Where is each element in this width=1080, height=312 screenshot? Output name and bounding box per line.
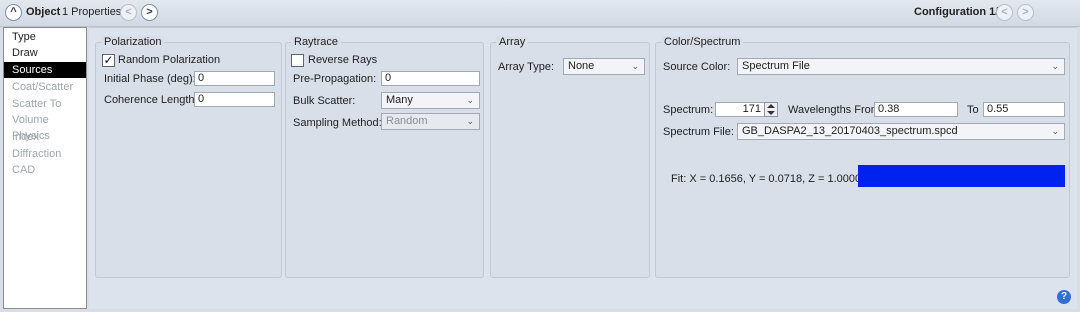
- source-color-value: Spectrum File: [742, 60, 810, 72]
- spectrum-spinner[interactable]: [764, 102, 778, 117]
- sources-panel: Polarization ✓ Random Polarization Initi…: [89, 27, 1077, 309]
- wavelength-from-input[interactable]: 0.38: [874, 102, 958, 117]
- raytrace-group: Raytrace Reverse Rays Pre-Propagation: 0…: [285, 36, 484, 278]
- sidebar-item-draw[interactable]: Draw: [4, 45, 86, 61]
- properties-count: 1 Properties: [62, 6, 122, 18]
- fit-readout: Fit: X = 0.1656, Y = 0.0718, Z = 1.0000: [671, 173, 862, 185]
- object-title: Object: [26, 6, 61, 18]
- help-icon[interactable]: ?: [1057, 290, 1071, 304]
- sampling-method-select[interactable]: Random ⌄: [381, 113, 480, 130]
- raytrace-title: Raytrace: [291, 36, 342, 48]
- chevron-up-icon: ^: [10, 6, 17, 18]
- sidebar-item-coat-scatter[interactable]: Coat/Scatter: [4, 79, 86, 95]
- bulk-scatter-value: Many: [386, 94, 413, 106]
- coherence-length-input[interactable]: 0: [194, 92, 275, 107]
- source-color-select[interactable]: Spectrum File ⌄: [737, 58, 1065, 75]
- array-group: Array Array Type: None ⌄: [490, 36, 650, 278]
- sidebar-item-sources[interactable]: Sources: [4, 62, 86, 78]
- spectrum-file-value: GB_DASPA2_13_20170403_spectrum.spcd: [742, 125, 958, 137]
- spectrum-label: Spectrum:: [663, 104, 714, 116]
- polarization-group: Polarization ✓ Random Polarization Initi…: [95, 36, 282, 278]
- reverse-rays-label: Reverse Rays: [308, 54, 378, 66]
- checkmark-icon: ✓: [103, 53, 114, 67]
- coherence-length-label: Coherence Length:: [104, 94, 198, 106]
- initial-phase-label: Initial Phase (deg):: [104, 73, 196, 85]
- object-header-bar: ^ Object 1 Properties < > Configuration …: [0, 0, 1080, 27]
- spectrum-file-select[interactable]: GB_DASPA2_13_20170403_spectrum.spcd ⌄: [737, 123, 1065, 140]
- sidebar-item-cad[interactable]: CAD: [4, 162, 86, 178]
- chevron-down-icon: ⌄: [631, 61, 639, 71]
- chevron-right-icon: >: [146, 6, 153, 18]
- sidebar-item-scatter-to[interactable]: Scatter To: [4, 96, 86, 112]
- random-polarization-label: Random Polarization: [118, 54, 221, 66]
- wavelengths-from-label: Wavelengths From: [788, 104, 880, 116]
- sidebar-item-index[interactable]: Index: [4, 129, 86, 145]
- prev-configuration-button[interactable]: <: [996, 4, 1013, 21]
- color-spectrum-group: Color/Spectrum Source Color: Spectrum Fi…: [655, 36, 1070, 278]
- collapse-button[interactable]: ^: [5, 4, 22, 21]
- source-color-label: Source Color:: [663, 61, 731, 73]
- bulk-scatter-label: Bulk Scatter:: [293, 95, 356, 107]
- chevron-right-icon: >: [1022, 6, 1029, 18]
- pre-propagation-label: Pre-Propagation:: [293, 73, 377, 85]
- polarization-title: Polarization: [101, 36, 165, 48]
- next-configuration-button[interactable]: >: [1017, 4, 1034, 21]
- reverse-rays-checkbox[interactable]: [291, 54, 304, 67]
- array-type-label: Array Type:: [498, 61, 555, 73]
- initial-phase-input[interactable]: 0: [194, 71, 275, 86]
- sidebar-item-volume-physics[interactable]: Volume Physics: [4, 112, 86, 142]
- chevron-left-icon: <: [1001, 6, 1008, 18]
- properties-content: Type Draw Sources Coat/Scatter Scatter T…: [0, 27, 1080, 312]
- chevron-down-icon: ⌄: [466, 95, 474, 105]
- chevron-down-icon: ⌄: [1051, 126, 1059, 136]
- next-object-button[interactable]: >: [141, 4, 158, 21]
- configuration-label: Configuration 1/1: [914, 6, 1005, 18]
- spectrum-file-label: Spectrum File:: [663, 126, 734, 138]
- wavelength-to-input[interactable]: 0.55: [983, 102, 1065, 117]
- sampling-method-value: Random: [386, 115, 428, 127]
- sidebar-item-type[interactable]: Type: [4, 29, 86, 45]
- property-category-list: Type Draw Sources Coat/Scatter Scatter T…: [3, 27, 87, 309]
- pre-propagation-input[interactable]: 0: [381, 71, 480, 86]
- sampling-method-label: Sampling Method:: [293, 117, 382, 129]
- array-title: Array: [496, 36, 529, 48]
- prev-object-button[interactable]: <: [120, 4, 137, 21]
- bulk-scatter-select[interactable]: Many ⌄: [381, 92, 480, 109]
- chevron-left-icon: <: [125, 6, 132, 18]
- wavelength-to-label: To: [967, 104, 979, 116]
- array-type-select[interactable]: None ⌄: [563, 58, 645, 75]
- chevron-down-icon: ⌄: [1051, 61, 1059, 71]
- spectrum-count-input[interactable]: 171: [715, 102, 765, 117]
- color-spectrum-title: Color/Spectrum: [661, 36, 744, 48]
- spin-up-icon: [767, 104, 775, 108]
- random-polarization-checkbox[interactable]: ✓: [102, 54, 115, 67]
- array-type-value: None: [568, 60, 595, 72]
- spin-down-icon: [767, 111, 775, 115]
- color-swatch: [858, 165, 1065, 187]
- sidebar-item-diffraction[interactable]: Diffraction: [4, 146, 86, 162]
- chevron-down-icon: ⌄: [466, 116, 474, 126]
